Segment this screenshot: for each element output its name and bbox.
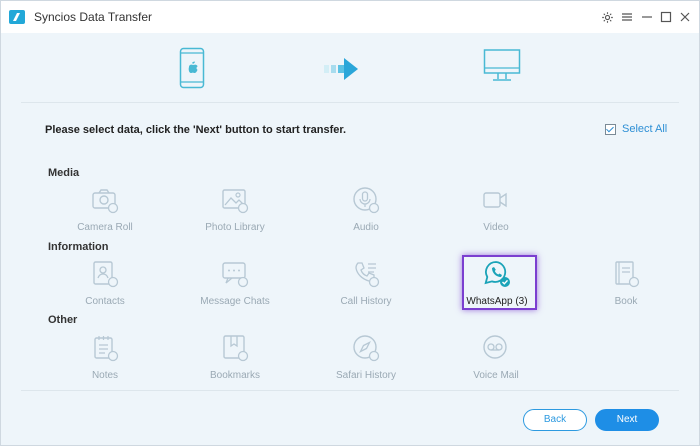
section-title-information: Information	[48, 241, 109, 253]
item-label: WhatsApp (3)	[466, 296, 528, 307]
item-video[interactable]: Video	[446, 186, 546, 250]
item-label: Call History	[340, 296, 392, 307]
item-label: Video	[483, 222, 509, 233]
compass-icon	[353, 335, 380, 362]
back-button[interactable]: Back	[523, 409, 587, 431]
microphone-icon	[353, 187, 380, 214]
maximize-icon	[660, 11, 672, 23]
menu-icon	[622, 13, 632, 21]
item-label: Voice Mail	[473, 370, 519, 381]
whatsapp-icon	[484, 261, 510, 287]
bookmark-icon	[223, 335, 249, 362]
window-title: Syncios Data Transfer	[34, 10, 153, 24]
next-button[interactable]: Next	[595, 409, 659, 431]
computer-monitor-icon	[483, 49, 521, 81]
section-title-media: Media	[48, 167, 80, 179]
item-label: Audio	[353, 222, 379, 233]
phone-call-icon	[355, 262, 380, 288]
item-label: Message Chats	[200, 296, 270, 307]
item-call-history[interactable]: Call History	[316, 260, 416, 324]
item-label: Notes	[91, 370, 119, 381]
voicemail-icon	[483, 335, 507, 359]
minimize-icon	[642, 16, 652, 18]
item-label: Contacts	[85, 296, 125, 307]
item-notes[interactable]: Notes	[55, 334, 155, 398]
item-book[interactable]: Book	[576, 260, 676, 324]
message-icon	[222, 262, 249, 288]
camera-icon	[92, 189, 119, 214]
apple-phone-icon	[179, 47, 205, 89]
item-label: Photo Library	[205, 222, 265, 233]
close-icon	[680, 12, 690, 22]
video-camera-icon	[483, 192, 507, 208]
stage-divider	[21, 102, 679, 103]
menu-button[interactable]	[619, 9, 635, 25]
item-whatsapp[interactable]: WhatsApp (3)	[447, 260, 547, 324]
item-audio[interactable]: Audio	[316, 186, 416, 250]
item-label: Bookmarks	[209, 370, 260, 381]
notes-icon	[94, 336, 119, 362]
gear-icon	[601, 11, 613, 23]
section-title-other: Other	[48, 314, 78, 326]
select-all-checkbox[interactable]: Select All	[605, 123, 667, 135]
app-window: Syncios Data Transfer Please select data…	[0, 0, 700, 446]
settings-button[interactable]	[599, 9, 615, 25]
item-message-chats[interactable]: Message Chats	[185, 260, 285, 324]
item-photo-library[interactable]: Photo Library	[185, 186, 285, 250]
arrow-right-icon	[324, 58, 358, 80]
close-button[interactable]	[677, 9, 693, 25]
maximize-button[interactable]	[658, 9, 674, 25]
item-safari-history[interactable]: Safari History	[316, 334, 416, 398]
app-logo-icon	[9, 10, 25, 24]
photo-icon	[222, 189, 249, 214]
item-label: Safari History	[335, 370, 396, 381]
title-bar: Syncios Data Transfer	[1, 1, 699, 33]
item-label: Camera Roll	[77, 222, 133, 233]
select-all-label: Select All	[622, 123, 668, 135]
item-bookmarks[interactable]: Bookmarks	[185, 334, 285, 398]
contacts-icon	[93, 261, 119, 288]
minimize-button[interactable]	[639, 9, 655, 25]
checkbox-checked-icon	[605, 123, 616, 135]
transfer-stage	[1, 33, 699, 103]
item-voice-mail[interactable]: Voice Mail	[446, 334, 546, 398]
footer-divider	[21, 390, 679, 391]
item-label: Book	[614, 296, 638, 307]
instruction-text: Please select data, click the 'Next' but…	[45, 124, 347, 136]
book-icon	[615, 261, 640, 288]
